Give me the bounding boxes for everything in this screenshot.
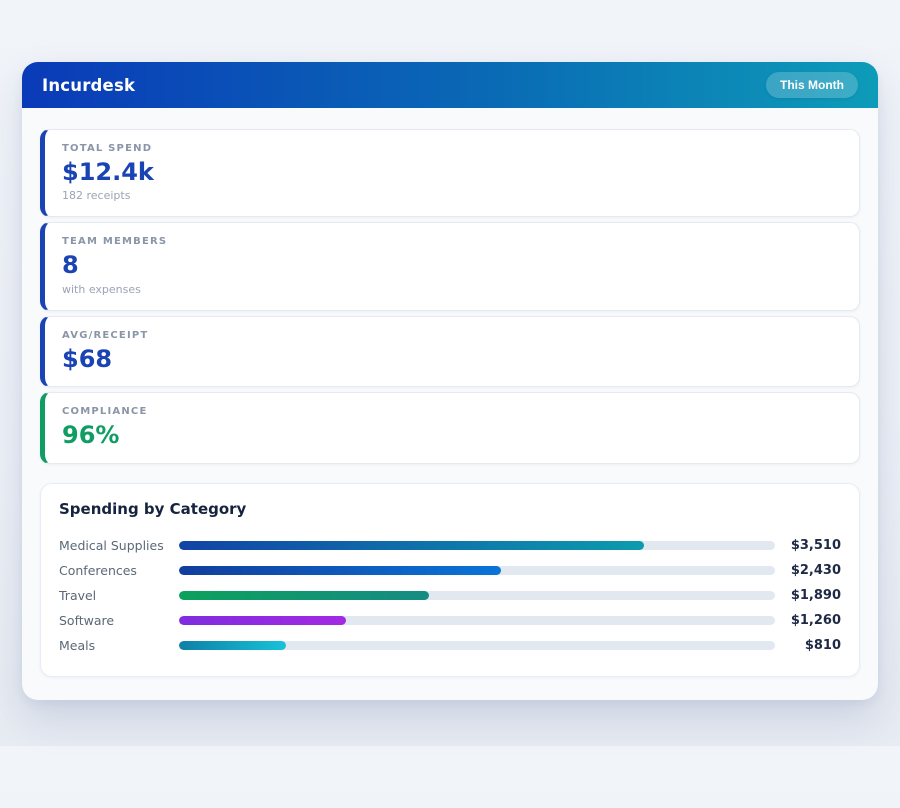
stat-value: $12.4k <box>62 159 842 185</box>
stat-card-team-members: TEAM MEMBERS 8 with expenses <box>40 222 860 310</box>
app-title: Incurdesk <box>42 76 135 95</box>
dashboard-container: Incurdesk This Month TOTAL SPEND $12.4k … <box>22 62 878 700</box>
category-bar-fill <box>179 591 429 600</box>
category-label: Conferences <box>59 563 179 578</box>
category-card-title: Spending by Category <box>59 500 841 518</box>
category-value: $1,890 <box>775 588 841 603</box>
period-badge[interactable]: This Month <box>766 72 858 98</box>
category-row-meals: Meals $810 <box>59 633 841 658</box>
category-bar-track <box>179 541 775 550</box>
category-bar-track <box>179 566 775 575</box>
category-row-software: Software $1,260 <box>59 608 841 633</box>
category-bar-fill <box>179 616 346 625</box>
stat-value: 8 <box>62 252 842 278</box>
stat-subtext: with expenses <box>62 283 842 296</box>
stat-value: 96% <box>62 422 842 448</box>
stat-label: COMPLIANCE <box>62 406 842 417</box>
category-bar-fill <box>179 641 286 650</box>
category-value: $3,510 <box>775 538 841 553</box>
stat-label: TEAM MEMBERS <box>62 236 842 247</box>
category-bar-track <box>179 641 775 650</box>
category-bar-track <box>179 616 775 625</box>
stat-value: $68 <box>62 346 842 372</box>
category-row-conferences: Conferences $2,430 <box>59 558 841 583</box>
dashboard-content: TOTAL SPEND $12.4k 182 receipts TEAM MEM… <box>22 108 878 700</box>
category-value: $2,430 <box>775 563 841 578</box>
category-label: Travel <box>59 588 179 603</box>
category-value: $810 <box>775 638 841 653</box>
category-bar-fill <box>179 541 644 550</box>
spending-by-category-card: Spending by Category Medical Supplies $3… <box>40 483 860 677</box>
category-label: Meals <box>59 638 179 653</box>
stat-label: AVG/RECEIPT <box>62 330 842 341</box>
category-label: Medical Supplies <box>59 538 179 553</box>
category-bar-fill <box>179 566 501 575</box>
stat-card-compliance: COMPLIANCE 96% <box>40 392 860 463</box>
category-label: Software <box>59 613 179 628</box>
category-value: $1,260 <box>775 613 841 628</box>
category-bar-track <box>179 591 775 600</box>
category-row-medical-supplies: Medical Supplies $3,510 <box>59 533 841 558</box>
stat-card-total-spend: TOTAL SPEND $12.4k 182 receipts <box>40 129 860 217</box>
stat-subtext: 182 receipts <box>62 189 842 202</box>
app-header: Incurdesk This Month <box>22 62 878 108</box>
stat-card-avg-receipt: AVG/RECEIPT $68 <box>40 316 860 387</box>
category-row-travel: Travel $1,890 <box>59 583 841 608</box>
stat-label: TOTAL SPEND <box>62 143 842 154</box>
